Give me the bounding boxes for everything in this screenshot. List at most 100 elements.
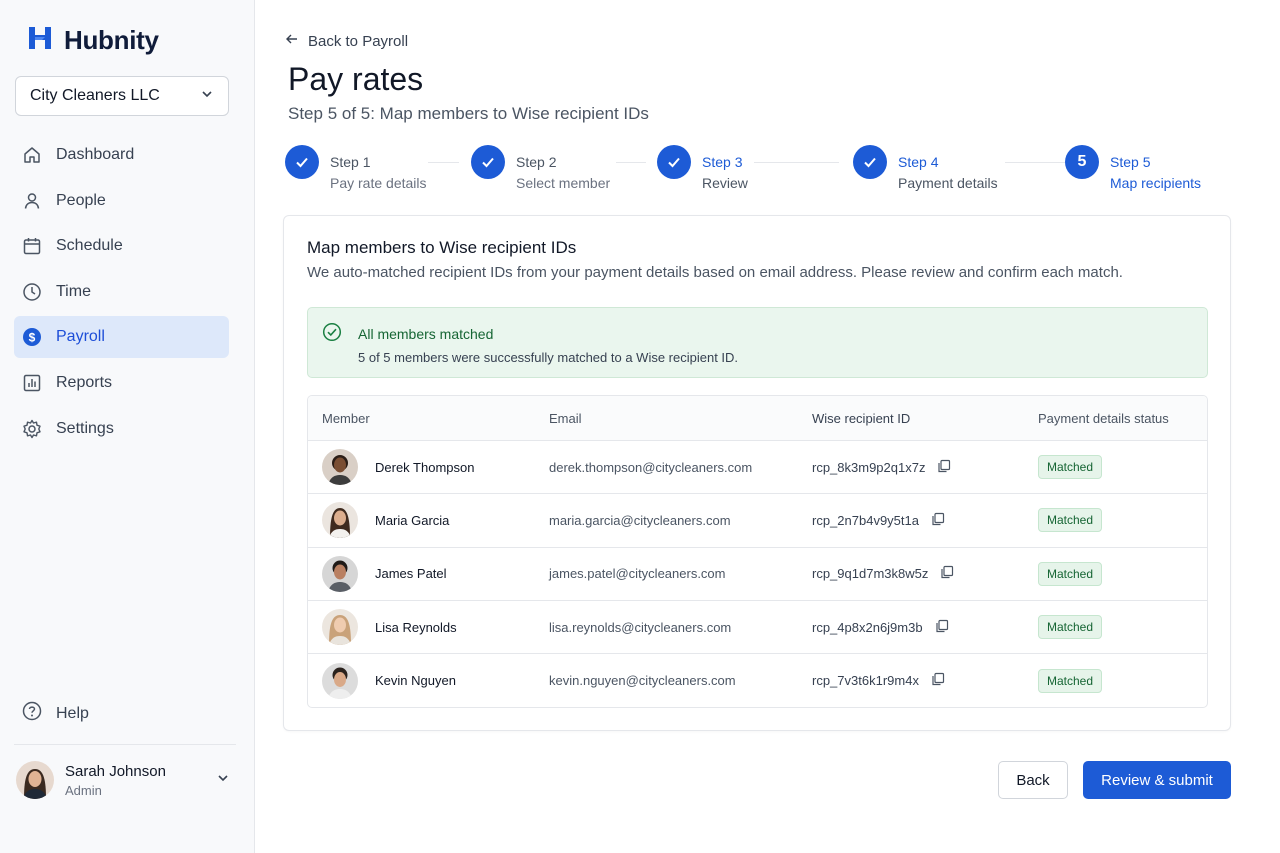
home-icon [22,145,42,165]
column-header-status[interactable]: Payment details status [1024,411,1207,426]
copy-icon[interactable] [935,619,949,636]
table-row[interactable]: Kevin Nguyen kevin.nguyen@citycleaners.c… [308,654,1207,707]
member-avatar [322,662,358,699]
sidebar-item-label: Reports [56,373,113,391]
gear-icon [22,419,42,439]
step-description: Payment details [898,175,998,191]
column-header-member[interactable]: Member [308,411,535,426]
back-link-label: Back to Payroll [308,32,409,50]
user-name: Sarah Johnson [65,762,166,780]
member-name: Lisa Reynolds [375,619,457,635]
user-role: Admin [65,782,102,798]
member-name: Derek Thompson [375,459,475,475]
sidebar-item-label: Settings [56,419,114,437]
member-email: lisa.reynolds@citycleaners.com [549,619,732,635]
sidebar-item-settings[interactable]: Settings [14,408,229,450]
step-connector [754,162,839,163]
status-badge: Matched [1038,455,1103,480]
step-title: Step 4 [898,154,939,170]
sidebar-item-time[interactable]: Time [14,271,229,313]
check-icon [657,145,691,179]
sidebar-item-schedule[interactable]: Schedule [14,225,229,267]
organization-name: City Cleaners LLC [30,87,160,104]
table-row[interactable]: Lisa Reynolds lisa.reynolds@citycleaners… [308,601,1207,655]
step-number: 5 [1065,145,1099,179]
organization-select[interactable]: City Cleaners LLC [15,76,229,116]
app-logo[interactable]: Hubnity [26,24,159,57]
step-title: Step 2 [516,154,557,170]
sidebar-divider [14,744,236,745]
sidebar-item-dashboard[interactable]: Dashboard [14,134,229,176]
stepper: Step 1 Pay rate details Step 2 Select me… [285,145,1235,195]
clock-icon [22,282,42,302]
alert-title: All members matched [358,326,494,342]
check-icon [285,145,319,179]
column-header-recipient-id[interactable]: Wise recipient ID [798,411,1024,426]
help-icon [22,701,42,726]
step-2[interactable]: Step 2 Select member [471,145,610,191]
status-badge: Matched [1038,561,1103,586]
member-avatar [322,502,358,539]
member-avatar [322,609,358,646]
member-name: Kevin Nguyen [375,673,456,689]
step-connector [428,162,459,163]
alert-text: 5 of 5 members were successfully matched… [358,350,739,365]
check-icon [471,145,505,179]
sidebar-item-label: Dashboard [56,146,135,163]
mapping-card: Map members to Wise recipient IDs We aut… [283,215,1231,731]
status-badge: Matched [1038,508,1103,533]
recipient-id: rcp_7v3t6k1r9m4x [812,673,919,689]
arrow-left-icon [284,31,300,51]
app-name: Hubnity [64,25,159,55]
status-badge: Matched [1038,615,1103,640]
sidebar-item-people[interactable]: People [14,180,229,222]
copy-icon[interactable] [937,459,951,476]
check-icon [853,145,887,179]
step-title: Step 3 [702,154,743,170]
step-description: Map recipients [1110,175,1202,191]
step-1[interactable]: Step 1 Pay rate details [285,145,427,191]
back-button[interactable]: Back [998,761,1068,799]
step-title: Step 1 [330,154,371,170]
table-row[interactable]: Maria Garcia maria.garcia@citycleaners.c… [308,494,1207,548]
copy-icon[interactable] [931,672,945,689]
copy-icon[interactable] [931,512,945,529]
table-row[interactable]: Derek Thompson derek.thompson@citycleane… [308,441,1207,495]
step-3[interactable]: Step 3 Review [657,145,748,191]
back-to-payroll-link[interactable]: Back to Payroll [284,31,408,51]
help-label: Help [56,704,89,722]
members-table: Member Email Wise recipient ID Payment d… [307,395,1208,708]
hubnity-logo-icon [26,24,54,57]
step-5[interactable]: 5 Step 5 Map recipients [1065,145,1201,191]
success-alert: All members matched 5 of 5 members were … [307,307,1208,378]
chevron-down-icon [200,87,214,106]
sidebar-item-label: Schedule [56,237,123,255]
status-badge: Matched [1038,668,1103,693]
column-header-email[interactable]: Email [535,411,798,426]
card-title: Map members to Wise recipient IDs [307,238,577,257]
member-email: derek.thompson@citycleaners.com [549,459,753,475]
sidebar-item-payroll[interactable]: $ Payroll [14,316,229,359]
member-name: James Patel [375,566,447,582]
member-avatar [322,555,358,592]
recipient-id: rcp_9q1d7m3k8w5z [812,566,929,582]
chevron-down-icon [216,771,230,790]
step-connector [616,162,646,163]
sidebar-item-reports[interactable]: Reports [14,362,229,404]
page-title: Pay rates [288,61,424,97]
help-link[interactable]: Help [22,701,89,726]
copy-icon[interactable] [940,565,954,582]
step-title: Step 5 [1110,154,1151,170]
member-email: maria.garcia@citycleaners.com [549,512,731,528]
svg-text:$: $ [29,331,36,345]
step-description: Pay rate details [330,175,427,191]
dollar-icon: $ [22,327,42,347]
member-email: kevin.nguyen@citycleaners.com [549,673,736,689]
recipient-id: rcp_8k3m9p2q1x7z [812,459,926,475]
step-4[interactable]: Step 4 Payment details [853,145,998,191]
user-menu[interactable]: Sarah Johnson Admin [16,760,230,800]
card-description: We auto-matched recipient IDs from your … [307,264,1123,281]
review-submit-button[interactable]: Review & submit [1083,761,1231,799]
table-row[interactable]: James Patel james.patel@citycleaners.com… [308,548,1207,601]
person-icon [22,191,42,211]
